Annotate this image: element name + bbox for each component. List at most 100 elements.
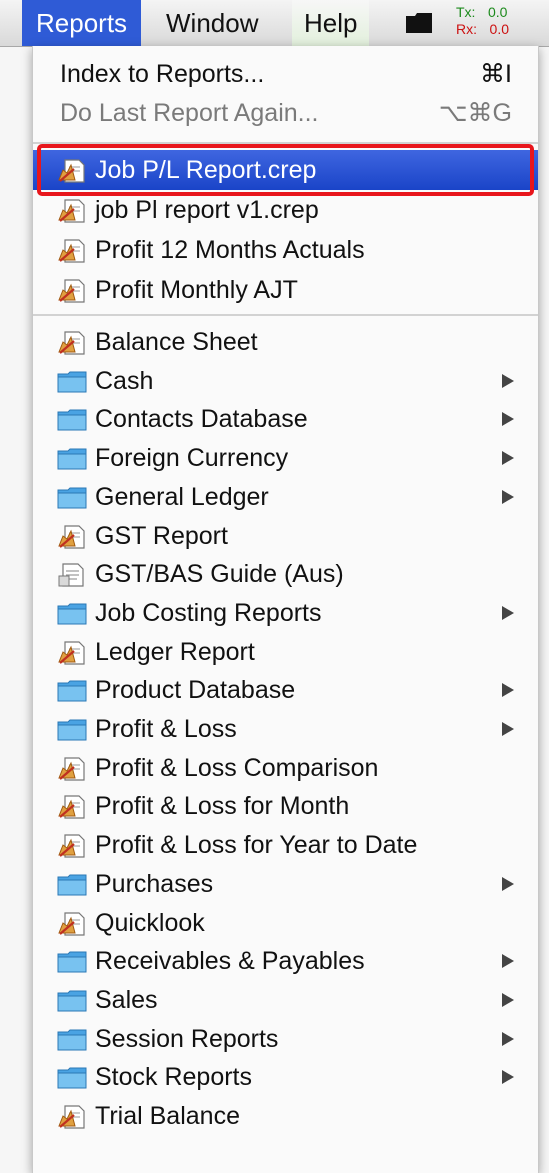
menu-item-label: Sales bbox=[95, 985, 158, 1014]
report-icon bbox=[58, 757, 85, 781]
menu-item-label: Trial Balance bbox=[95, 1102, 240, 1130]
report-icon bbox=[58, 911, 85, 936]
menu-item-contacts-database[interactable]: Contacts Database bbox=[33, 399, 538, 439]
menu-item-gst-report[interactable]: GST Report bbox=[33, 516, 538, 556]
folder-icon bbox=[57, 1067, 87, 1089]
submenu-arrow-icon bbox=[502, 876, 514, 891]
shortcut-label: ⌥⌘G bbox=[438, 99, 512, 127]
shortcut-label: ⌘I bbox=[480, 60, 512, 88]
document-icon bbox=[58, 563, 84, 587]
menu-item-job-pl-report-v1-crep[interactable]: job Pl report v1.crep bbox=[33, 190, 538, 230]
folder-icon bbox=[57, 680, 87, 702]
menu-item-label: Session Reports bbox=[95, 1024, 279, 1053]
submenu-arrow-icon bbox=[502, 412, 514, 427]
menubar-reports[interactable]: Reports bbox=[22, 0, 142, 46]
report-icon bbox=[58, 795, 85, 819]
submenu-arrow-icon bbox=[502, 683, 514, 698]
menubar-window[interactable]: Window bbox=[154, 0, 270, 46]
submenu-arrow-icon bbox=[502, 489, 514, 504]
menu-item-label: Profit & Loss for Month bbox=[95, 792, 350, 821]
report-icon bbox=[58, 279, 85, 303]
menu-item-profit-loss[interactable]: Profit & Loss bbox=[33, 709, 538, 749]
menu-item-label: GST Report bbox=[95, 521, 228, 550]
menu-item-label: Profit Monthly AJT bbox=[95, 276, 298, 304]
folder-icon bbox=[57, 371, 87, 393]
highlight-annotation-box bbox=[37, 144, 534, 196]
folder-icon bbox=[57, 719, 87, 741]
report-icon bbox=[58, 834, 85, 858]
menu-item-label: job Pl report v1.crep bbox=[95, 196, 319, 224]
menu-item-ledger-report[interactable]: Ledger Report bbox=[33, 632, 538, 672]
menu-item-label: Contacts Database bbox=[95, 405, 308, 434]
folder-icon bbox=[57, 409, 87, 431]
network-status: Tx: 0.0 Rx: 0.0 bbox=[456, 4, 509, 38]
menu-item-stock-reports[interactable]: Stock Reports bbox=[33, 1057, 538, 1097]
menu-item-profit-monthly-ajt[interactable]: Profit Monthly AJT bbox=[33, 270, 538, 310]
menu-item-label: Foreign Currency bbox=[95, 444, 289, 473]
menu-item-label: Ledger Report bbox=[95, 637, 255, 666]
menu-item-profit-loss-for-year-to-date[interactable]: Profit & Loss for Year to Date bbox=[33, 825, 538, 865]
submenu-arrow-icon bbox=[502, 954, 514, 969]
folder-icon bbox=[57, 448, 87, 470]
menu-item-profit-loss-comparison[interactable]: Profit & Loss Comparison bbox=[33, 748, 538, 788]
menu-item-label: General Ledger bbox=[95, 482, 269, 511]
menu-item-label: Profit & Loss bbox=[95, 715, 237, 743]
report-icon bbox=[58, 524, 85, 549]
menu-item-label: Profit & Loss for Year to Date bbox=[95, 831, 418, 860]
submenu-arrow-icon bbox=[502, 451, 514, 466]
submenu-arrow-icon bbox=[502, 605, 514, 620]
menu-item-label: Do Last Report Again... bbox=[60, 99, 319, 127]
menubar-help[interactable]: Help bbox=[292, 0, 370, 46]
submenu-arrow-icon bbox=[502, 992, 514, 1007]
folder-icon[interactable] bbox=[406, 13, 432, 33]
menu-item-label: Profit & Loss Comparison bbox=[95, 753, 379, 782]
menu-item-label: Job Costing Reports bbox=[95, 598, 322, 627]
menu-item-label: Profit 12 Months Actuals bbox=[95, 236, 365, 264]
tx-readout: Tx: 0.0 bbox=[456, 4, 508, 20]
menu-bar: Reports Window Help Tx: 0.0 Rx: 0.0 bbox=[0, 0, 549, 47]
menu-item-product-database[interactable]: Product Database bbox=[33, 670, 538, 710]
menu-item-label: Purchases bbox=[95, 869, 214, 898]
menu-item-gst-bas-guide-aus[interactable]: GST/BAS Guide (Aus) bbox=[33, 554, 538, 594]
menu-item-label: Cash bbox=[95, 366, 154, 395]
menu-item-label: Receivables & Payables bbox=[95, 947, 365, 976]
report-icon bbox=[58, 640, 85, 665]
submenu-arrow-icon bbox=[502, 1031, 514, 1046]
menu-item-cash[interactable]: Cash bbox=[33, 361, 538, 401]
rx-readout: Rx: 0.0 bbox=[456, 21, 509, 37]
report-icon bbox=[58, 331, 85, 355]
reports-menu: Index to Reports... ⌘I Do Last Report Ag… bbox=[32, 46, 539, 1173]
menu-item-label: Quicklook bbox=[95, 908, 205, 937]
menu-item-receivables-payables[interactable]: Receivables & Payables bbox=[33, 941, 538, 981]
menu-item-index-to-reports[interactable]: Index to Reports... ⌘I bbox=[33, 54, 538, 94]
menu-item-profit-loss-for-month[interactable]: Profit & Loss for Month bbox=[33, 786, 538, 826]
folder-icon bbox=[57, 603, 87, 625]
submenu-arrow-icon bbox=[502, 722, 514, 736]
menu-item-label: Stock Reports bbox=[95, 1063, 253, 1092]
menu-item-profit-12-months-actuals[interactable]: Profit 12 Months Actuals bbox=[33, 230, 538, 270]
menu-item-label: Index to Reports... bbox=[60, 60, 265, 88]
menu-item-quicklook[interactable]: Quicklook bbox=[33, 903, 538, 943]
folder-icon bbox=[57, 487, 87, 509]
folder-icon bbox=[57, 951, 87, 973]
menu-item-session-reports[interactable]: Session Reports bbox=[33, 1019, 538, 1059]
folder-icon bbox=[57, 990, 87, 1012]
menu-item-purchases[interactable]: Purchases bbox=[33, 864, 538, 904]
menu-item-balance-sheet[interactable]: Balance Sheet bbox=[33, 322, 538, 362]
folder-icon bbox=[57, 1029, 87, 1051]
menu-item-trial-balance[interactable]: Trial Balance bbox=[33, 1096, 538, 1136]
report-icon bbox=[58, 1105, 85, 1129]
menu-item-do-last-report-again: Do Last Report Again... ⌥⌘G bbox=[33, 93, 538, 133]
menu-item-label: Product Database bbox=[95, 676, 296, 705]
folder-icon bbox=[57, 874, 87, 896]
menu-item-general-ledger[interactable]: General Ledger bbox=[33, 477, 538, 517]
menu-item-foreign-currency[interactable]: Foreign Currency bbox=[33, 438, 538, 478]
report-icon bbox=[58, 199, 85, 223]
submenu-arrow-icon bbox=[502, 373, 514, 388]
menu-separator bbox=[33, 314, 538, 316]
report-icon bbox=[58, 239, 85, 263]
menu-item-label: Balance Sheet bbox=[95, 328, 258, 356]
menu-item-job-costing-reports[interactable]: Job Costing Reports bbox=[33, 593, 538, 633]
menu-item-sales[interactable]: Sales bbox=[33, 980, 538, 1020]
menu-item-label: GST/BAS Guide (Aus) bbox=[95, 560, 344, 589]
